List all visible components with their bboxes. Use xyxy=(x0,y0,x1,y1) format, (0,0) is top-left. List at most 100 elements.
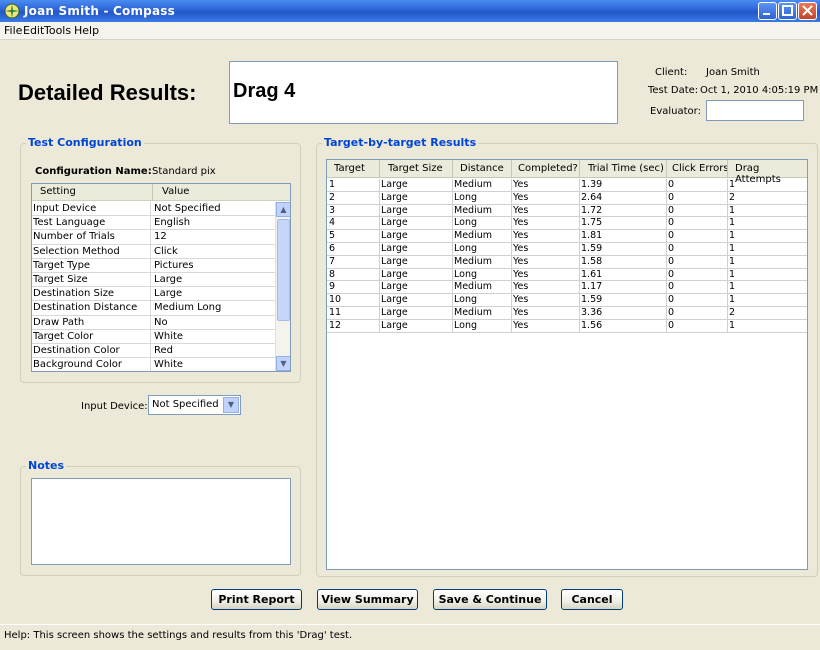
cell-click-errors: 0 xyxy=(668,242,675,254)
setting-name: Target Size xyxy=(33,272,151,287)
input-device-selected: Not Specified xyxy=(152,399,219,410)
settings-row[interactable]: Destination Color Red xyxy=(32,343,276,359)
table-row[interactable]: 12 Large Long Yes 1.56 0 1 xyxy=(327,319,807,333)
cell-distance: Medium xyxy=(454,255,492,267)
title-bar[interactable]: Joan Smith - Compass xyxy=(0,0,820,22)
setting-value: Large xyxy=(154,288,183,300)
settings-column-value[interactable]: Value xyxy=(162,186,189,197)
cell-distance: Long xyxy=(454,268,477,280)
results-column-completed[interactable]: Completed? xyxy=(518,163,578,174)
cell-click-errors: 0 xyxy=(668,294,675,306)
results-column-trial-time[interactable]: Trial Time (sec) xyxy=(588,163,664,174)
cell-click-errors: 0 xyxy=(668,268,675,280)
cell-target: 1 xyxy=(329,179,336,190)
table-row[interactable]: 10 Large Long Yes 1.59 0 1 xyxy=(327,294,807,307)
settings-row[interactable]: Test Language English xyxy=(32,216,276,231)
table-row[interactable]: 8 Large Long Yes 1.61 0 1 xyxy=(327,268,807,282)
cell-click-errors: 0 xyxy=(668,191,675,203)
settings-row[interactable]: Number of Trials 12 xyxy=(32,230,276,245)
cell-target: 10 xyxy=(329,294,342,306)
settings-row[interactable]: Background Color White xyxy=(32,358,276,371)
setting-name: Selection Method xyxy=(33,244,151,259)
setting-name: Draw Path xyxy=(33,315,151,330)
cell-target-size: Large xyxy=(381,191,408,203)
menu-tools[interactable]: Tools xyxy=(44,24,71,37)
table-row[interactable]: 4 Large Long Yes 1.75 0 1 xyxy=(327,217,807,231)
minimize-icon xyxy=(763,13,770,15)
settings-row[interactable]: Destination Size Large xyxy=(32,287,276,302)
table-row[interactable]: 11 Large Medium Yes 3.36 0 2 xyxy=(327,306,807,320)
client-label: Client: xyxy=(655,67,688,78)
minimize-button[interactable] xyxy=(758,2,777,20)
cancel-button[interactable]: Cancel xyxy=(561,589,623,610)
test-date-label: Test Date: xyxy=(648,85,699,96)
maximize-button[interactable] xyxy=(778,2,797,20)
setting-name: Input Device xyxy=(33,202,151,216)
cell-completed: Yes xyxy=(513,204,529,216)
cell-trial-time: 1.59 xyxy=(581,294,603,306)
setting-name: Target Color xyxy=(33,329,151,344)
settings-rows: Input Device Not Specified Test Language En… xyxy=(32,202,276,371)
settings-row[interactable]: Target Color White xyxy=(32,329,276,344)
cell-target: 5 xyxy=(329,230,336,242)
chevron-down-icon[interactable]: ▼ xyxy=(223,397,239,413)
settings-column-setting[interactable]: Setting xyxy=(40,186,76,197)
setting-value: White xyxy=(154,359,184,371)
input-device-label: Input Device: xyxy=(81,401,148,412)
results-column-click-errors[interactable]: Click Errors xyxy=(672,163,729,174)
cell-target-size: Large xyxy=(381,242,408,254)
print-report-button[interactable]: Print Report xyxy=(211,589,302,610)
scroll-thumb[interactable] xyxy=(277,219,290,321)
evaluator-label: Evaluator: xyxy=(650,106,701,117)
input-device-select[interactable]: Not Specified ▼ xyxy=(148,395,241,415)
setting-value: Medium Long xyxy=(154,302,222,314)
scroll-up-icon[interactable]: ▲ xyxy=(276,202,290,217)
setting-value: Pictures xyxy=(154,259,194,271)
table-row[interactable]: 7 Large Medium Yes 1.58 0 1 xyxy=(327,255,807,269)
cell-target-size: Large xyxy=(381,255,408,267)
cell-target: 8 xyxy=(329,268,336,280)
cell-click-errors: 0 xyxy=(668,204,675,216)
cell-target: 2 xyxy=(329,191,336,203)
table-row[interactable]: 2 Large Long Yes 2.64 0 2 xyxy=(327,191,807,205)
results-table-header: Target Target Size Distance Completed? Trial… xyxy=(327,160,807,185)
results-column-target[interactable]: Target xyxy=(334,163,365,174)
settings-row[interactable]: Destination Distance Medium Long xyxy=(32,301,276,316)
cell-completed: Yes xyxy=(513,294,529,306)
menu-help[interactable]: Help xyxy=(74,24,99,37)
view-summary-button[interactable]: View Summary xyxy=(317,589,418,610)
table-row[interactable]: 9 Large Medium Yes 1.17 0 1 xyxy=(327,281,807,295)
cell-target: 3 xyxy=(329,204,336,216)
settings-row[interactable]: Target Size Large xyxy=(32,272,276,288)
settings-scrollbar[interactable]: ▲ ▼ xyxy=(275,202,290,371)
menu-edit[interactable]: Edit xyxy=(23,24,44,37)
table-row[interactable]: 1 Large Medium Yes 1.39 0 1 xyxy=(327,179,807,192)
results-column-distance[interactable]: Distance xyxy=(460,163,504,174)
setting-value: Large xyxy=(154,273,183,285)
results-column-target-size[interactable]: Target Size xyxy=(388,163,443,174)
settings-row[interactable]: Target Type Pictures xyxy=(32,258,276,273)
cell-completed: Yes xyxy=(513,217,529,229)
cell-distance: Medium xyxy=(454,204,492,216)
table-row[interactable]: 3 Large Medium Yes 1.72 0 1 xyxy=(327,204,807,218)
table-row[interactable]: 5 Large Medium Yes 1.81 0 1 xyxy=(327,230,807,243)
settings-row[interactable]: Input Device Not Specified xyxy=(32,202,276,217)
window-title: Joan Smith - Compass xyxy=(24,4,175,18)
save-continue-button[interactable]: Save & Continue xyxy=(433,589,547,610)
results-title: Target-by-target Results xyxy=(322,136,479,149)
settings-row[interactable]: Draw Path No xyxy=(32,315,276,330)
settings-row[interactable]: Selection Method Click xyxy=(32,244,276,259)
table-row[interactable]: 6 Large Long Yes 1.59 0 1 xyxy=(327,242,807,256)
evaluator-field[interactable] xyxy=(706,100,804,121)
menu-file[interactable]: File xyxy=(4,24,22,37)
setting-value: 12 xyxy=(154,231,167,243)
setting-name: Test Language xyxy=(33,216,151,231)
cell-drag-attempts: 1 xyxy=(729,230,736,242)
cell-target: 9 xyxy=(329,281,336,293)
notes-textarea[interactable] xyxy=(31,478,291,565)
notes-title: Notes xyxy=(26,459,67,472)
close-button[interactable] xyxy=(798,2,817,20)
cell-distance: Medium xyxy=(454,230,492,242)
cell-target-size: Large xyxy=(381,281,408,293)
scroll-down-icon[interactable]: ▼ xyxy=(276,356,290,371)
